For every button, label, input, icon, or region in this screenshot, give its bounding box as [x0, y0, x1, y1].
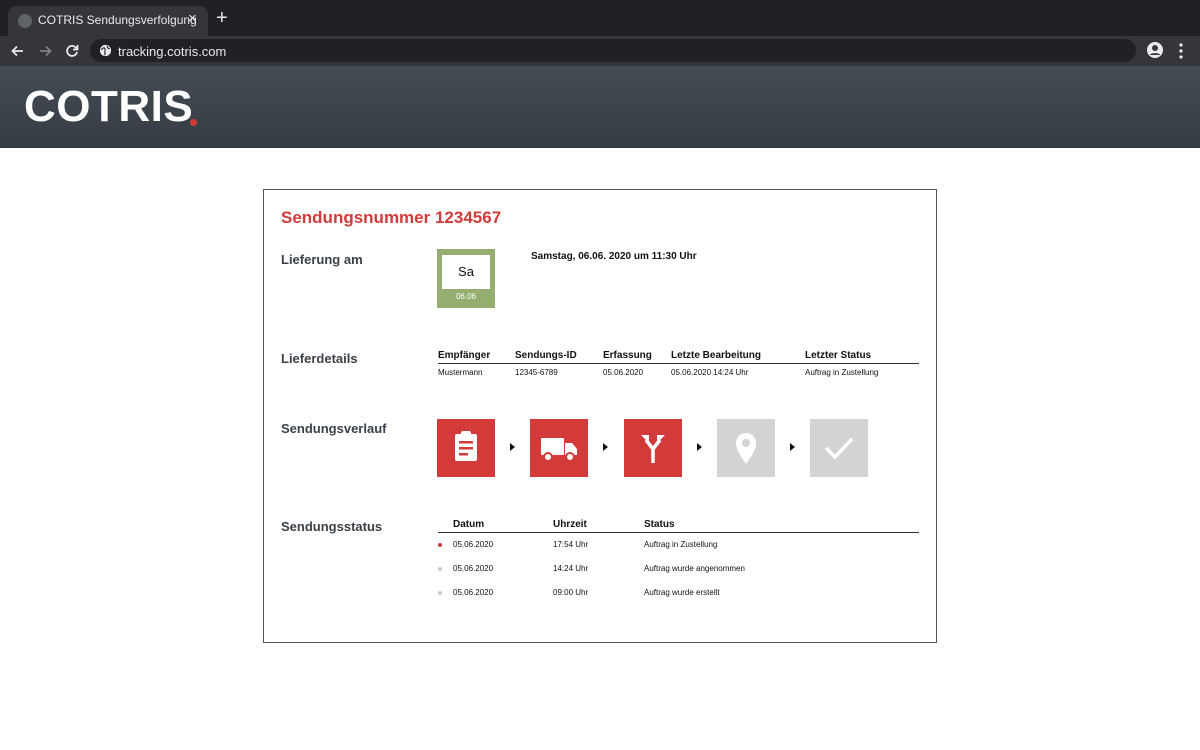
logo-dot: [190, 119, 197, 126]
details-label: Lieferdetails: [281, 351, 358, 366]
cotris-logo[interactable]: COTRIS: [24, 83, 193, 131]
url-text: tracking.cotris.com: [118, 44, 227, 59]
calendar-badge: Sa 06.06: [437, 249, 495, 308]
step-arrow-icon: [510, 443, 515, 451]
table-row: 05.06.2020 14:24 Uhr Auftrag wurde angen…: [438, 557, 919, 581]
details-recorded: 05.06.2020: [603, 368, 644, 377]
status-dot-cell: [438, 557, 453, 581]
status-date: 05.06.2020: [453, 588, 494, 597]
details-last-status: Auftrag in Zustellung: [805, 368, 879, 377]
table-row: Mustermann 12345-6789 05.06.2020 05.06.2…: [438, 364, 919, 377]
status-date: 05.06.2020: [453, 564, 494, 573]
browser-toolbar: tracking.cotris.com: [0, 36, 1200, 66]
step-location: [717, 419, 775, 477]
status-text: Auftrag in Zustellung: [644, 540, 718, 550]
truck-icon: [530, 419, 588, 477]
current-status-dot-icon: [438, 543, 442, 548]
details-shipment-id: 12345-6789: [515, 368, 558, 377]
delivery-label: Lieferung am: [281, 252, 363, 267]
details-header-recorded: Erfassung: [603, 348, 671, 364]
status-dot-cell: [438, 533, 453, 557]
clipboard-icon: [437, 419, 495, 477]
tracking-card: Sendungsnummer 1234567 Lieferung am Sa 0…: [263, 189, 937, 643]
step-route-split: [624, 419, 682, 477]
globe-icon: [99, 44, 112, 57]
step-arrow-icon: [790, 443, 795, 451]
address-bar[interactable]: tracking.cotris.com: [90, 39, 1136, 62]
browser-tab[interactable]: COTRIS Sendungsverfolgung ×: [8, 6, 208, 36]
menu-kebab-icon[interactable]: [1176, 41, 1186, 61]
route-split-icon: [624, 419, 682, 477]
details-header-recipient: Empfänger: [438, 348, 515, 364]
details-recipient: Mustermann: [438, 368, 483, 377]
status-dot-cell: [438, 581, 453, 605]
details-header-row: Empfänger Sendungs-ID Erfassung Letzte B…: [438, 348, 919, 364]
status-header-row: Datum Uhrzeit Status: [438, 517, 919, 533]
tab-title: COTRIS Sendungsverfolgung: [38, 13, 197, 27]
delivery-datetime: Samstag, 06.06. 2020 um 11:30 Uhr: [531, 251, 697, 262]
table-row: 05.06.2020 17:54 Uhr Auftrag in Zustellu…: [438, 533, 919, 557]
reload-icon[interactable]: [62, 41, 82, 61]
shipment-number-title: Sendungsnummer 1234567: [281, 208, 502, 227]
calendar-date: 06.06: [455, 292, 477, 301]
calendar-day: Sa: [442, 255, 490, 289]
past-status-dot-icon: [438, 567, 442, 571]
status-table: Datum Uhrzeit Status 05.06.2020 17:54 Uh…: [438, 517, 919, 605]
step-clipboard: [437, 419, 495, 477]
globe-favicon-icon: [18, 14, 32, 28]
details-last-processed: 05.06.2020 14:24 Uhr: [671, 368, 749, 377]
status-date: 05.06.2020: [453, 540, 494, 550]
details-header-shipment-id: Sendungs-ID: [515, 348, 603, 364]
past-status-dot-icon: [438, 591, 442, 595]
status-header-status: Status: [644, 517, 919, 533]
step-complete: [810, 419, 868, 477]
status-text: Auftrag wurde angenommen: [644, 564, 745, 573]
status-time: 09:00 Uhr: [553, 588, 589, 597]
status-header-spacer: [438, 517, 453, 533]
site-header: COTRIS: [0, 66, 1200, 148]
details-table: Empfänger Sendungs-ID Erfassung Letzte B…: [438, 348, 919, 377]
back-arrow-icon[interactable]: [8, 41, 28, 61]
location-pin-icon: [717, 419, 775, 477]
step-arrow-icon: [603, 443, 608, 451]
checkmark-icon: [810, 419, 868, 477]
status-label: Sendungsstatus: [281, 519, 383, 534]
browser-tab-strip: COTRIS Sendungsverfolgung × +: [0, 0, 1200, 36]
details-header-last-status: Letzter Status: [805, 348, 919, 364]
status-time: 14:24 Uhr: [553, 564, 589, 573]
details-header-last-processed: Letzte Bearbeitung: [671, 348, 805, 364]
status-text: Auftrag wurde erstellt: [644, 588, 720, 597]
account-icon[interactable]: [1146, 41, 1164, 59]
status-time: 17:54 Uhr: [553, 540, 589, 550]
step-truck: [530, 419, 588, 477]
tab-close-icon[interactable]: ×: [188, 11, 197, 26]
new-tab-icon[interactable]: +: [216, 8, 228, 28]
table-row: 05.06.2020 09:00 Uhr Auftrag wurde erste…: [438, 581, 919, 605]
status-header-date: Datum: [453, 517, 553, 533]
forward-arrow-icon[interactable]: [35, 41, 55, 61]
history-label: Sendungsverlauf: [281, 421, 387, 436]
status-header-time: Uhrzeit: [553, 517, 644, 533]
step-arrow-icon: [697, 443, 702, 451]
